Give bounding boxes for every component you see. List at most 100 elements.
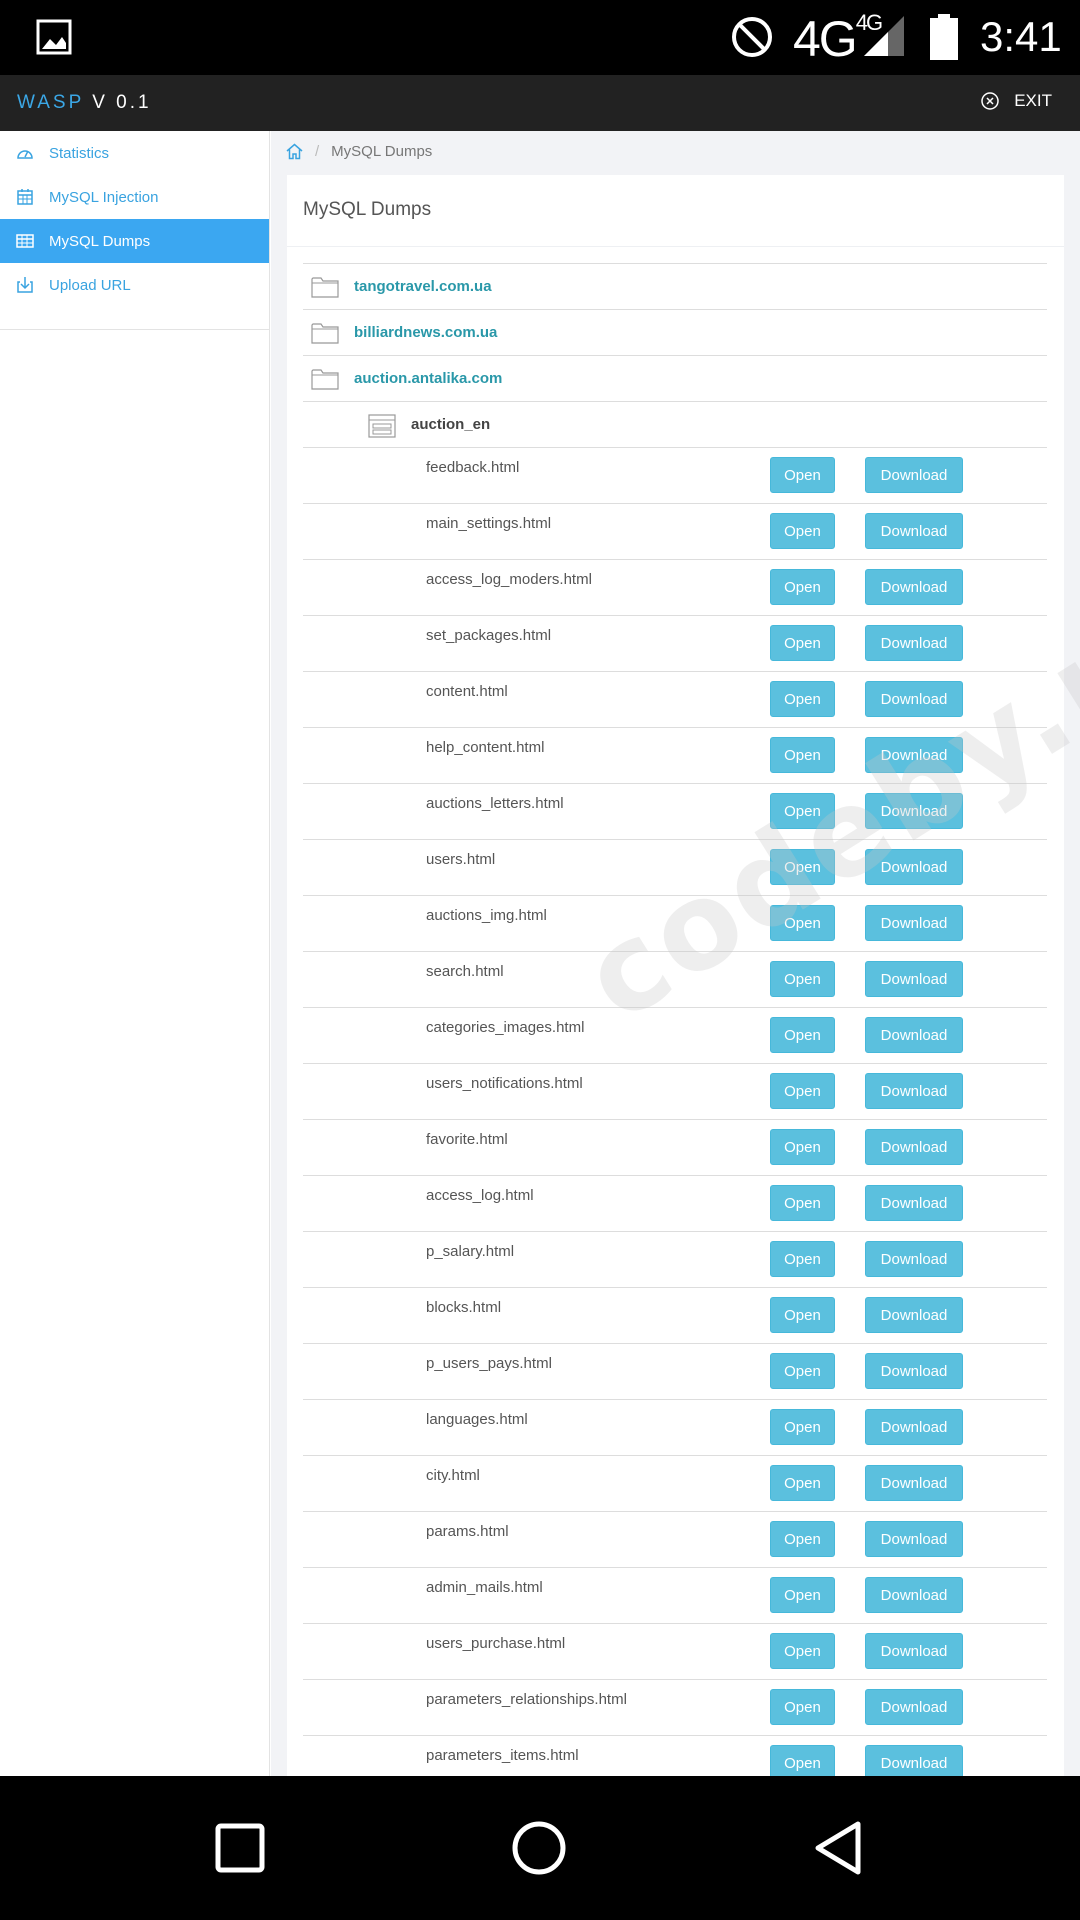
sidebar-item-statistics[interactable]: Statistics [0,131,269,175]
close-circle-icon [981,92,999,110]
download-button[interactable]: Download [865,1017,963,1053]
file-row: categories_images.html Open Download [303,1008,1047,1064]
folder-row[interactable]: billiardnews.com.ua [303,310,1047,356]
calendar-icon [17,189,33,205]
sidebar-divider [0,329,269,330]
file-name: parameters_items.html [426,1747,579,1764]
folder-icon [311,323,339,344]
system-nav-bar [0,1776,1080,1920]
download-button[interactable]: Download [865,1129,963,1165]
exit-button[interactable]: EXIT [980,91,1052,111]
file-row: blocks.html Open Download [303,1288,1047,1344]
breadcrumb-current: MySQL Dumps [331,143,433,160]
open-button[interactable]: Open [770,1017,835,1053]
folder-label[interactable]: billiardnews.com.ua [354,324,497,341]
download-button[interactable]: Download [865,849,963,885]
database-table-icon [368,414,396,438]
open-button[interactable]: Open [770,457,835,493]
open-button[interactable]: Open [770,681,835,717]
download-button[interactable]: Download [865,681,963,717]
sidebar-item-label: Upload URL [49,276,131,294]
table-row[interactable]: auction_en [303,402,1047,448]
open-button[interactable]: Open [770,1241,835,1277]
back-icon[interactable] [810,1818,870,1878]
download-button[interactable]: Download [865,1297,963,1333]
download-button[interactable]: Download [865,1689,963,1725]
open-button[interactable]: Open [770,1521,835,1557]
home-icon[interactable] [286,143,303,160]
file-name: categories_images.html [426,1019,585,1036]
do-not-disturb-icon [732,17,772,57]
sidebar-item-mysql-injection[interactable]: MySQL Injection [0,175,269,219]
open-button[interactable]: Open [770,569,835,605]
brand-logo[interactable]: WASP V 0.1 [17,92,152,114]
download-button[interactable]: Download [865,1577,963,1613]
app-header: WASP V 0.1 EXIT [0,75,1080,131]
recent-apps-icon[interactable] [210,1818,270,1878]
dump-tree: tangotravel.com.ua billiardnews.com.ua a… [303,263,1047,1776]
status-bar: 4G4G 3:41 [0,0,1080,75]
download-button[interactable]: Download [865,1185,963,1221]
folder-label[interactable]: auction.antalika.com [354,370,502,387]
dumps-card: MySQL Dumps tangotravel.com.ua billiardn… [287,175,1064,1776]
open-button[interactable]: Open [770,1577,835,1613]
table-label: auction_en [411,416,491,433]
download-button[interactable]: Download [865,569,963,605]
download-button[interactable]: Download [865,793,963,829]
sidebar-item-mysql-dumps[interactable]: MySQL Dumps [0,219,269,263]
folder-row[interactable]: auction.antalika.com [303,356,1047,402]
open-button[interactable]: Open [770,905,835,941]
download-button[interactable]: Download [865,1241,963,1277]
download-button[interactable]: Download [865,737,963,773]
open-button[interactable]: Open [770,1353,835,1389]
download-button[interactable]: Download [865,625,963,661]
open-button[interactable]: Open [770,625,835,661]
file-row: params.html Open Download [303,1512,1047,1568]
open-button[interactable]: Open [770,1073,835,1109]
file-name: feedback.html [426,459,520,476]
open-button[interactable]: Open [770,1633,835,1669]
file-row: city.html Open Download [303,1456,1047,1512]
file-name: search.html [426,963,504,980]
open-button[interactable]: Open [770,793,835,829]
file-row: users_notifications.html Open Download [303,1064,1047,1120]
download-button[interactable]: Download [865,1521,963,1557]
open-button[interactable]: Open [770,737,835,773]
file-row: help_content.html Open Download [303,728,1047,784]
open-button[interactable]: Open [770,961,835,997]
open-button[interactable]: Open [770,1129,835,1165]
open-button[interactable]: Open [770,1185,835,1221]
file-name: access_log.html [426,1187,534,1204]
folder-icon [311,277,339,298]
open-button[interactable]: Open [770,1297,835,1333]
brand-version: V 0.1 [92,92,152,113]
folder-label[interactable]: tangotravel.com.ua [354,278,492,295]
open-button[interactable]: Open [770,1689,835,1725]
main-content: / MySQL Dumps MySQL Dumps tangotravel.co… [271,131,1080,1776]
sidebar-item-upload-url[interactable]: Upload URL [0,263,269,307]
file-row: content.html Open Download [303,672,1047,728]
download-button[interactable]: Download [865,1465,963,1501]
sidebar: Statistics MySQL Injection MySQL Dumps U… [0,131,270,1776]
download-button[interactable]: Download [865,1745,963,1776]
open-button[interactable]: Open [770,1409,835,1445]
file-row: feedback.html Open Download [303,448,1047,504]
download-button[interactable]: Download [865,961,963,997]
open-button[interactable]: Open [770,1465,835,1501]
file-name: city.html [426,1467,480,1484]
download-button[interactable]: Download [865,905,963,941]
download-button[interactable]: Download [865,457,963,493]
download-button[interactable]: Download [865,1633,963,1669]
download-button[interactable]: Download [865,513,963,549]
open-button[interactable]: Open [770,1745,835,1776]
download-button[interactable]: Download [865,1409,963,1445]
folder-row[interactable]: tangotravel.com.ua [303,264,1047,310]
open-button[interactable]: Open [770,849,835,885]
home-circle-icon[interactable] [509,1818,569,1878]
download-button[interactable]: Download [865,1353,963,1389]
file-name: content.html [426,683,508,700]
open-button[interactable]: Open [770,513,835,549]
file-name: languages.html [426,1411,528,1428]
sidebar-item-label: Statistics [49,144,110,162]
download-button[interactable]: Download [865,1073,963,1109]
